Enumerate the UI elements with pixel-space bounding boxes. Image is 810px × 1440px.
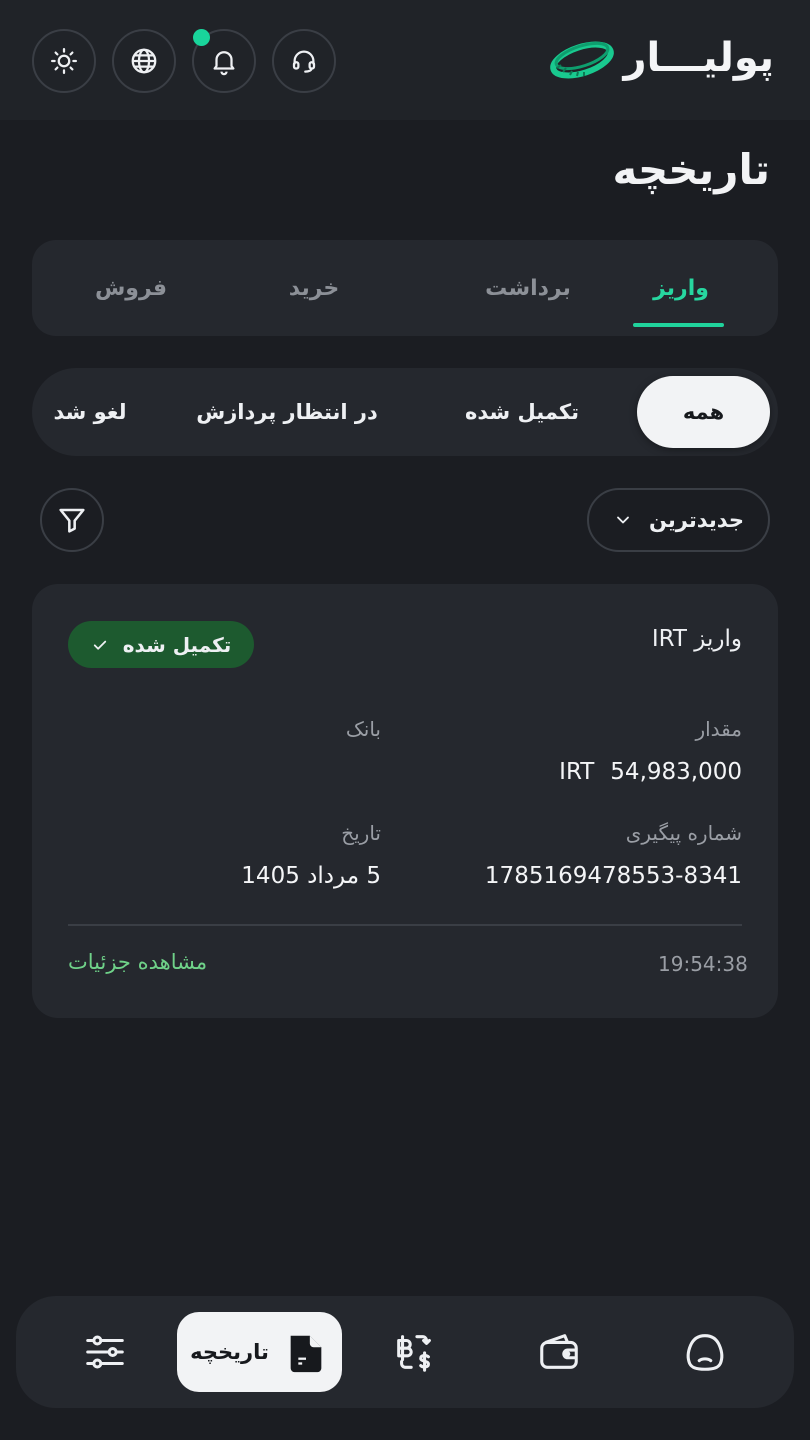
tab-sell[interactable]: فروش <box>38 240 224 336</box>
chevron-down-icon <box>617 516 629 524</box>
exchange-icon <box>397 1335 431 1372</box>
status-filter-chips: همه تکمیل شده در انتظار پردازش لغو شد <box>32 368 778 456</box>
page-title: تاریخچه <box>612 145 771 194</box>
amount-value: IRT 54,983,000 <box>559 759 742 785</box>
globe-icon <box>131 48 157 74</box>
coin-logo-icon <box>550 41 615 79</box>
card-divider <box>68 924 742 926</box>
status-badge-label: تکمیل شده <box>122 632 232 657</box>
nav-wallet[interactable] <box>524 1312 594 1392</box>
chip-pending[interactable]: در انتظار پردازش <box>182 368 392 456</box>
bottom-navigation: تاریخچه <box>16 1296 794 1408</box>
transaction-card[interactable]: واریز IRT تکمیل شده مقدار IRT 54,983,000… <box>32 584 778 1018</box>
home-icon <box>686 1334 724 1371</box>
headset-icon <box>292 50 316 73</box>
history-document-icon <box>290 1335 322 1373</box>
tracking-number: 1785169478553-8341 <box>484 863 742 889</box>
brand-logo[interactable]: پولیـــار <box>547 28 775 88</box>
notification-dot <box>193 29 210 46</box>
status-badge: تکمیل شده <box>68 621 254 668</box>
date-label: تاریخ <box>341 821 381 845</box>
nav-home[interactable] <box>670 1312 740 1392</box>
bank-label: بانک <box>345 717 381 741</box>
sun-icon <box>51 48 77 74</box>
filter-icon <box>59 508 85 533</box>
amount-label: مقدار <box>695 717 742 741</box>
tab-buy[interactable]: خرید <box>221 240 407 336</box>
settings-sliders-icon <box>86 1335 124 1369</box>
nav-exchange[interactable] <box>380 1312 450 1392</box>
transaction-title: واریز IRT <box>651 626 742 652</box>
chip-cancelled[interactable]: لغو شد <box>32 368 150 456</box>
amount-currency: IRT <box>559 759 595 785</box>
chip-all[interactable]: همه <box>637 376 770 448</box>
transaction-time: 19:54:38 <box>658 952 748 976</box>
check-icon <box>93 640 106 650</box>
chip-completed[interactable]: تکمیل شده <box>432 368 612 456</box>
wallet-icon <box>540 1334 578 1369</box>
active-tab-indicator <box>633 323 724 327</box>
language-button[interactable] <box>112 29 176 93</box>
nav-settings[interactable] <box>70 1312 140 1392</box>
date-value: 5 مرداد 1405 <box>241 863 381 889</box>
top-header: پولیـــار <box>0 0 810 120</box>
logo-text: پولیـــار <box>623 35 775 81</box>
view-details-link[interactable]: مشاهده جزئیات <box>68 950 207 974</box>
transaction-type-tabs: واریز برداشت خرید فروش <box>32 240 778 336</box>
filter-button[interactable] <box>40 488 104 552</box>
tab-withdraw[interactable]: برداشت <box>435 240 621 336</box>
sort-dropdown[interactable]: جدیدترین <box>587 488 770 552</box>
nav-history[interactable]: تاریخچه <box>177 1312 342 1392</box>
theme-toggle-button[interactable] <box>32 29 96 93</box>
bell-icon <box>213 51 235 76</box>
support-button[interactable] <box>272 29 336 93</box>
sort-label: جدیدترین <box>649 508 745 532</box>
tracking-label: شماره پیگیری <box>625 821 742 845</box>
amount-number: 54,983,000 <box>610 759 742 785</box>
nav-history-label: تاریخچه <box>190 1340 269 1364</box>
